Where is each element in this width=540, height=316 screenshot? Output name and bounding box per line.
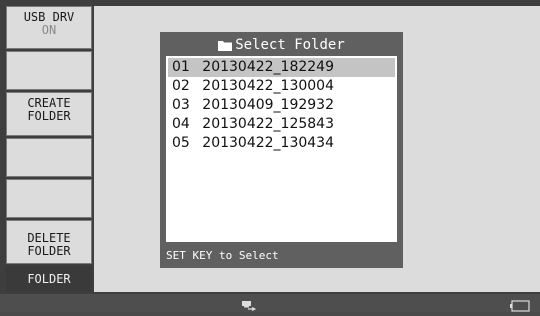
select-folder-dialog: Select Folder 01 20130422_182249 02 2013… <box>160 32 403 268</box>
create-folder-softkey[interactable]: CREATE FOLDER <box>6 92 92 136</box>
folder-name: 20130422_182249 <box>202 59 334 75</box>
folder-name: 20130422_130434 <box>202 135 334 151</box>
folder-name: 20130422_125843 <box>202 116 334 132</box>
usb-connection-icon <box>242 297 257 316</box>
device-screen: USB DRV ON CREATE FOLDER DELETE FOLDER F… <box>0 0 540 312</box>
battery-icon <box>510 297 530 316</box>
status-bar <box>0 294 540 312</box>
folder-name: 20130409_192932 <box>202 97 334 113</box>
dialog-hint: SET KEY to Select <box>166 249 279 262</box>
folder-list-item[interactable]: 05 20130422_130434 <box>166 134 397 153</box>
folder-list-item[interactable]: 04 20130422_125843 <box>166 115 397 134</box>
folder-softkey-label: FOLDER <box>27 271 71 286</box>
folder-number: 03 <box>172 97 190 113</box>
folder-list[interactable]: 01 20130422_182249 02 20130422_130004 03… <box>166 56 397 242</box>
folder-number: 02 <box>172 78 190 94</box>
create-folder-line2: FOLDER <box>27 109 71 124</box>
dialog-title: Select Folder <box>235 37 345 53</box>
delete-folder-softkey[interactable]: DELETE FOLDER <box>6 219 92 265</box>
folder-number: 05 <box>172 135 190 151</box>
folder-list-item[interactable]: 01 20130422_182249 <box>168 58 395 77</box>
folder-list-item[interactable]: 02 20130422_130004 <box>166 77 397 96</box>
folder-icon <box>218 40 233 51</box>
folder-name: 20130422_130004 <box>202 78 334 94</box>
folder-number: 01 <box>172 59 190 75</box>
dialog-title-bar: Select Folder <box>160 36 403 54</box>
folder-softkey[interactable]: FOLDER <box>6 266 92 293</box>
usb-drv-value: ON <box>41 23 57 37</box>
softkey-column: USB DRV ON CREATE FOLDER DELETE FOLDER F… <box>6 6 92 293</box>
delete-folder-line2: FOLDER <box>27 244 71 259</box>
usb-drv-softkey[interactable]: USB DRV ON <box>6 6 92 50</box>
empty-softkey-4[interactable] <box>6 137 92 177</box>
folder-number: 04 <box>172 116 190 132</box>
folder-list-item[interactable]: 03 20130409_192932 <box>166 96 397 115</box>
empty-softkey-2[interactable] <box>6 51 92 91</box>
empty-softkey-5[interactable] <box>6 178 92 218</box>
